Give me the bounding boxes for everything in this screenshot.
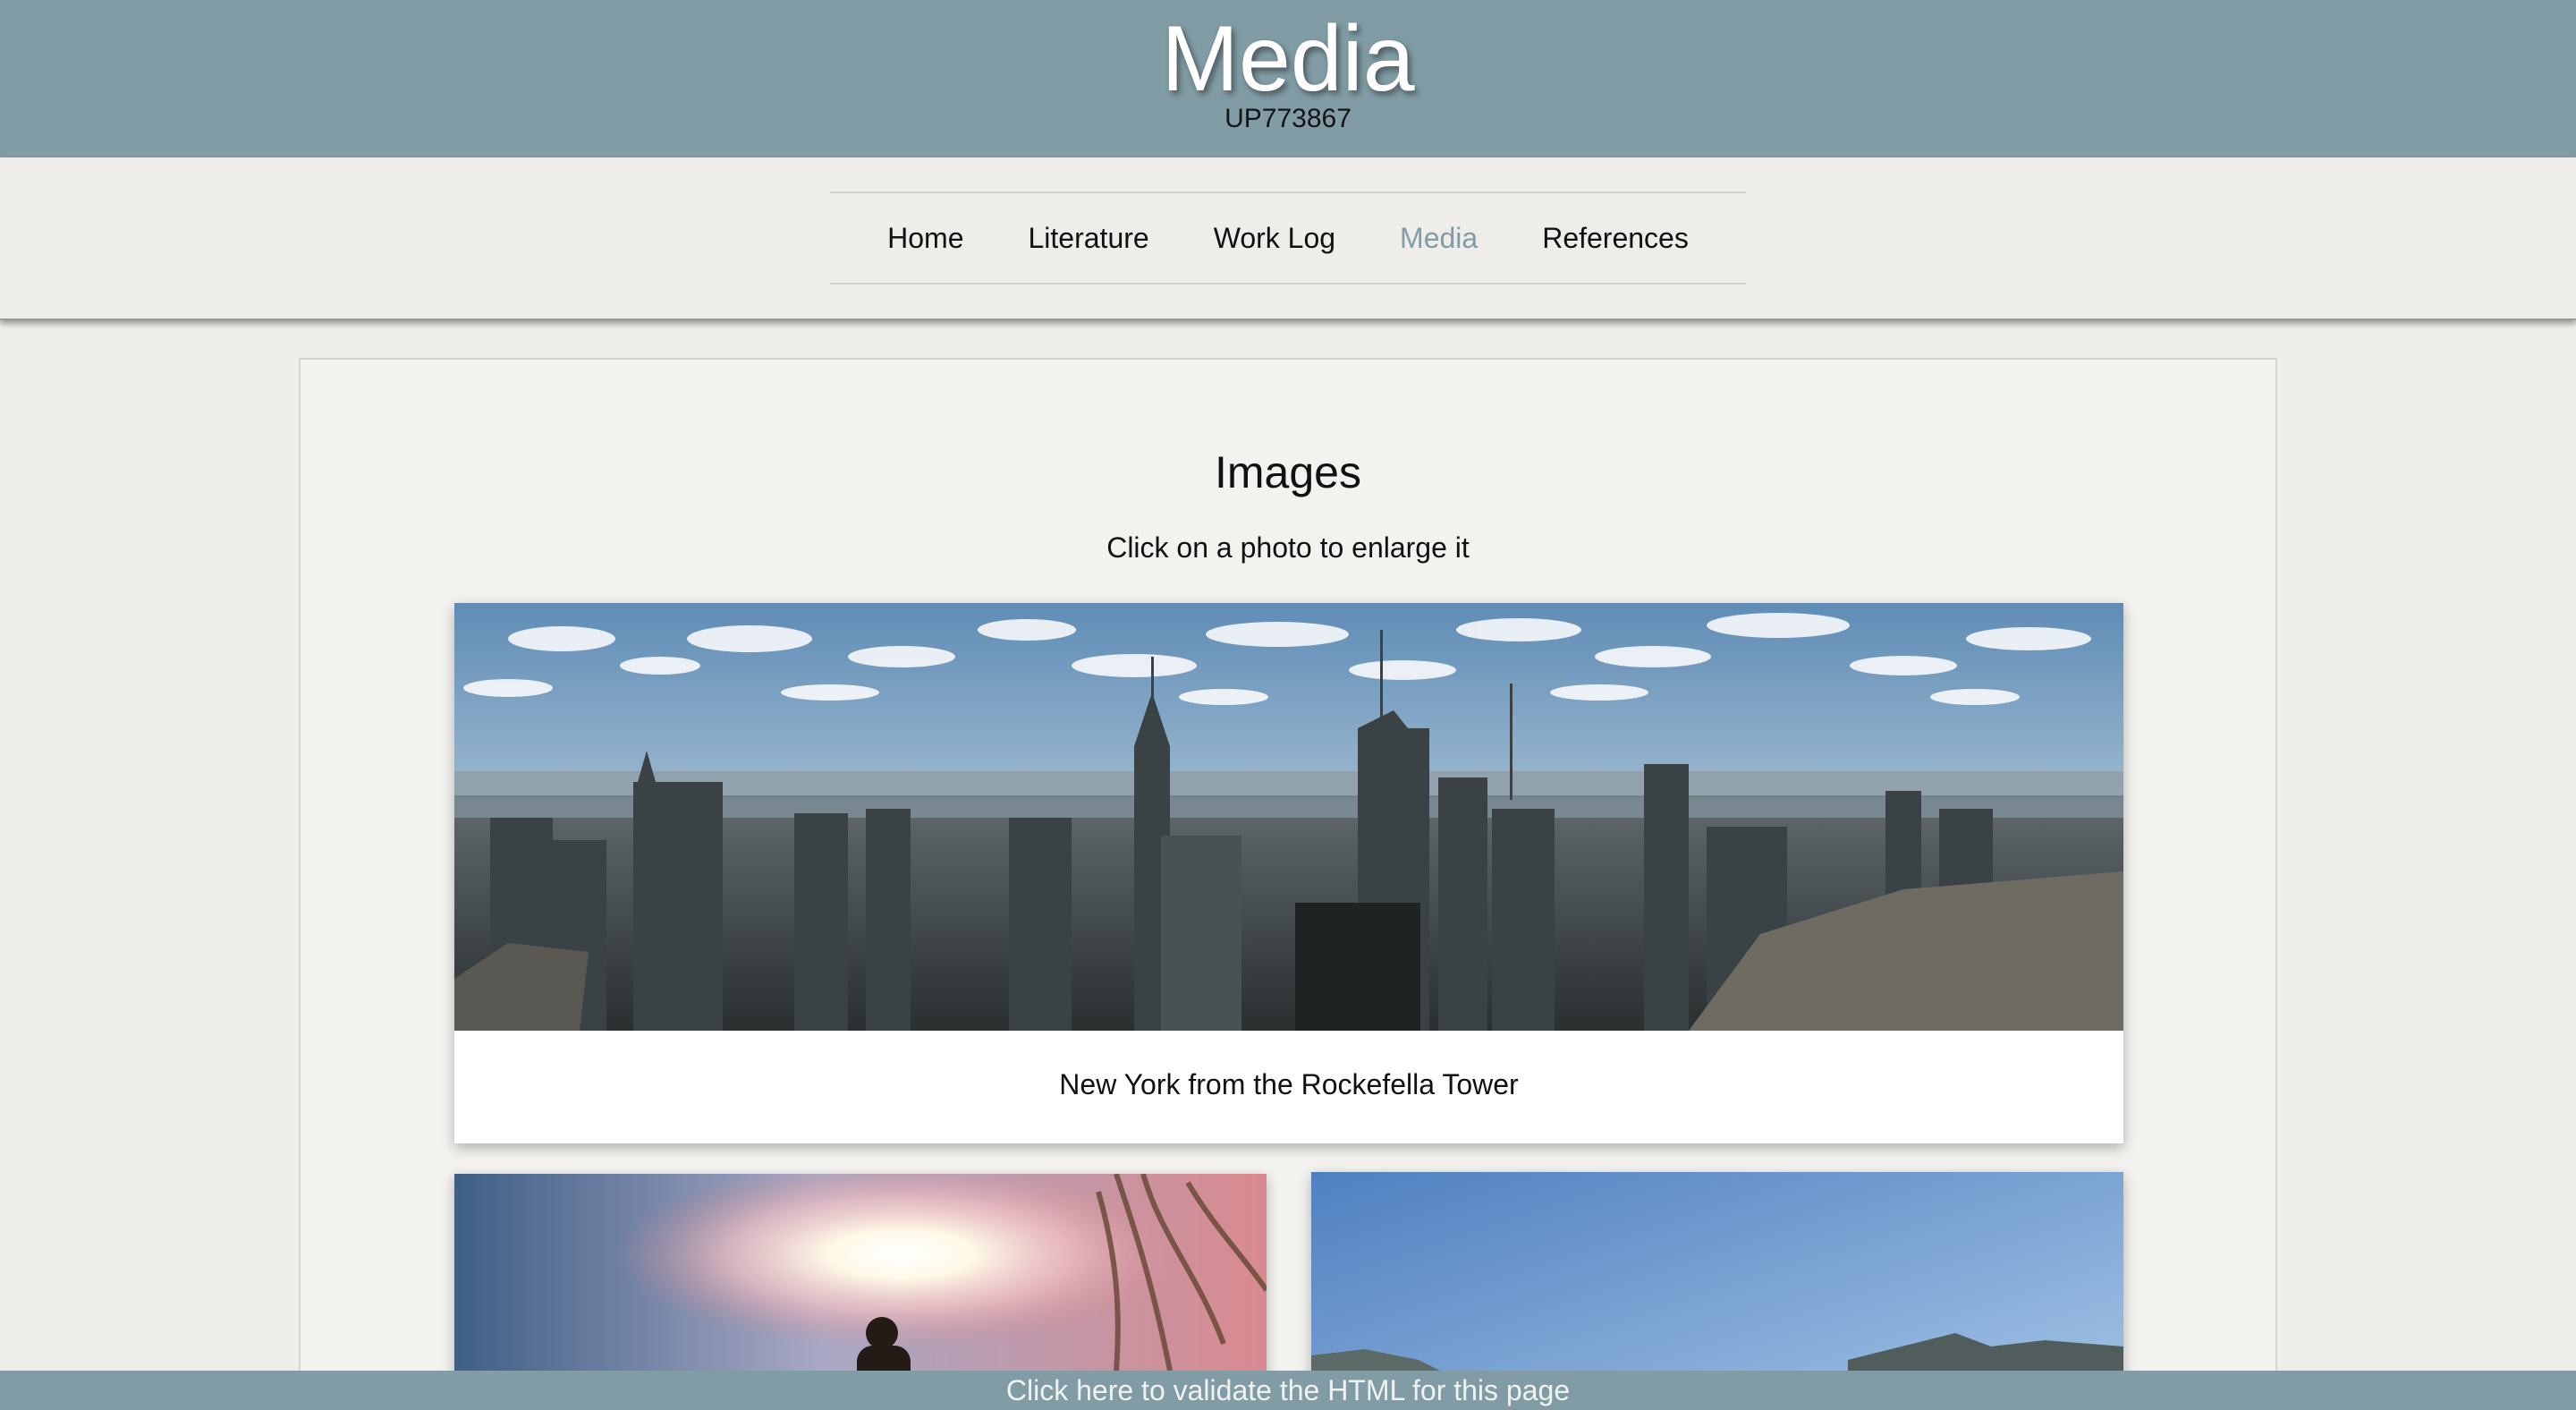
student-id: UP773867: [1224, 104, 1352, 133]
content-panel: Images Click on a photo to enlarge it Ne…: [299, 358, 2277, 1410]
site-title: Media: [1161, 7, 1415, 111]
validate-html-link[interactable]: Click here to validate the HTML for this…: [1006, 1374, 1570, 1406]
photo-caption: New York from the Rockefella Tower: [1059, 1068, 1519, 1100]
nav-list: Home Literature Work Log Media Reference…: [830, 193, 1746, 283]
nav-item-work-log[interactable]: Work Log: [1214, 222, 1335, 255]
site-header: Media UP773867: [0, 0, 2576, 157]
nav-item-literature[interactable]: Literature: [1029, 222, 1149, 255]
nav-item-references[interactable]: References: [1542, 222, 1689, 255]
nav-item-media[interactable]: Media: [1400, 222, 1478, 255]
new-york-skyline-photo[interactable]: [454, 603, 2123, 1031]
page: Media UP773867 Home Literature Work Log …: [0, 0, 2576, 1410]
main-nav: Home Literature Work Log Media Reference…: [0, 157, 2576, 320]
section-heading: Images: [1215, 447, 1361, 497]
photo-card-new-york[interactable]: New York from the Rockefella Tower: [454, 603, 2123, 1143]
nav-item-home[interactable]: Home: [887, 222, 963, 255]
nav-container: Home Literature Work Log Media Reference…: [830, 191, 1746, 285]
section-hint: Click on a photo to enlarge it: [1106, 531, 1470, 564]
footer-bar: Click here to validate the HTML for this…: [0, 1371, 2576, 1410]
